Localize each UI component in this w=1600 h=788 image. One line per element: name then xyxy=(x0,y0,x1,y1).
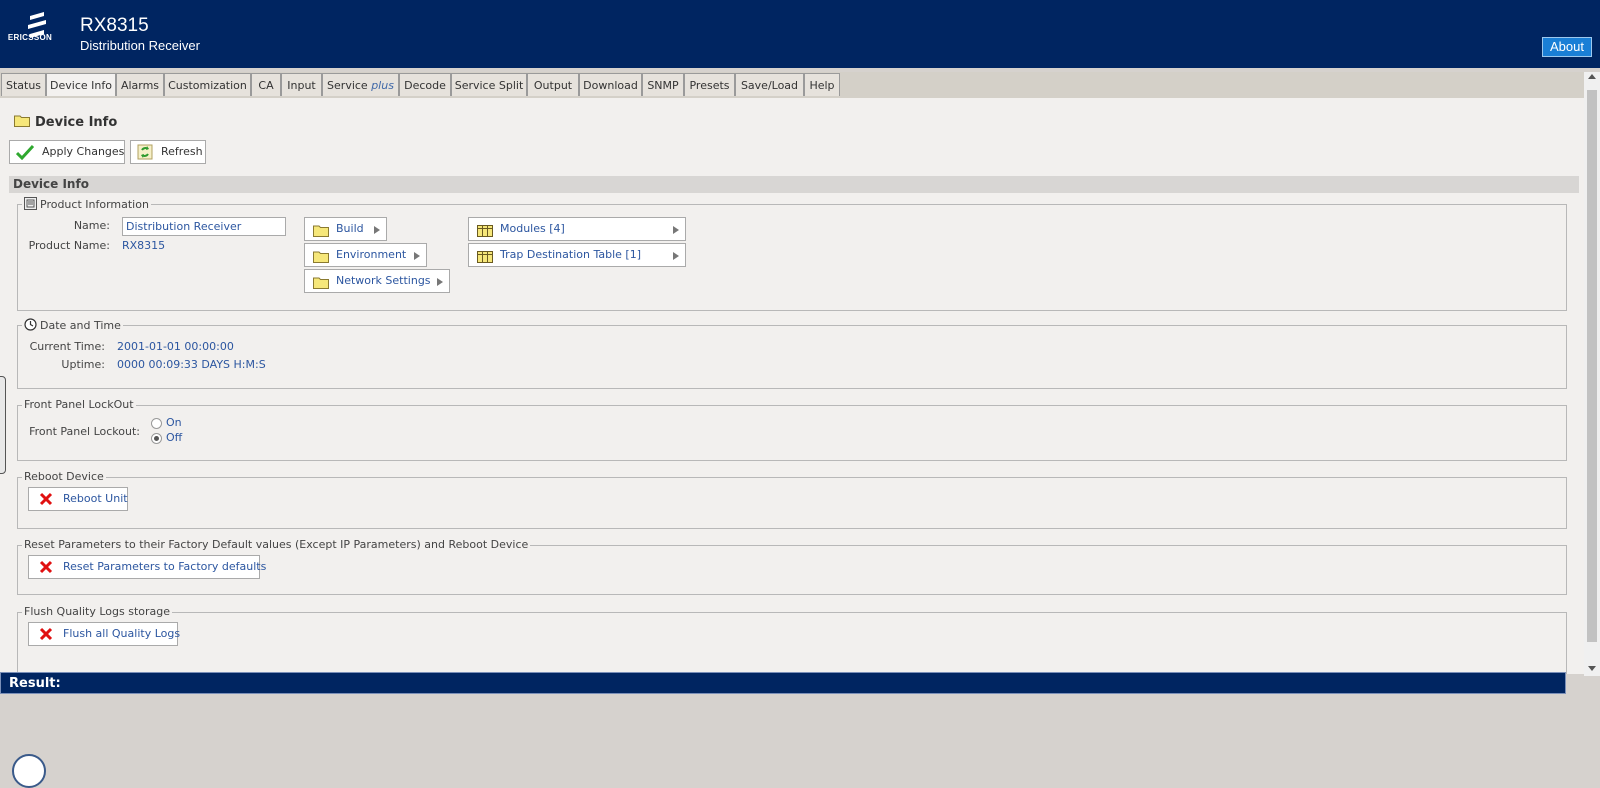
table-icon xyxy=(477,249,493,271)
flush-quality-logs-label: Flush all Quality Logs xyxy=(63,627,181,640)
app-header: ERICSSON RX8315 Distribution Receiver Ab… xyxy=(0,0,1600,68)
front-panel-lockout-group: Front Panel LockOut Front Panel Lockout:… xyxy=(17,398,1567,461)
checkmark-icon xyxy=(15,144,35,168)
scroll-up-arrow-icon[interactable] xyxy=(1588,74,1596,79)
tab-service-plus[interactable]: Service plus xyxy=(322,73,399,96)
table-icon xyxy=(477,223,493,245)
red-x-icon xyxy=(39,627,53,649)
reboot-unit-label: Reboot Unit xyxy=(63,492,128,505)
arrow-right-icon xyxy=(414,252,420,260)
page-scrollbar[interactable] xyxy=(1584,72,1600,676)
lockout-on-label: On xyxy=(166,416,182,429)
arrow-right-icon xyxy=(374,226,380,234)
flush-quality-logs-group: Flush Quality Logs storage Flush all Qua… xyxy=(17,605,1567,674)
lockout-off-radio[interactable] xyxy=(151,433,162,444)
refresh-icon xyxy=(137,144,153,168)
refresh-button[interactable]: Refresh xyxy=(130,140,206,164)
scroll-down-arrow-icon[interactable] xyxy=(1588,666,1596,671)
folder-icon xyxy=(14,114,30,131)
trap-destination-label: Trap Destination Table [1] xyxy=(500,248,641,261)
tab-service-label: Service xyxy=(327,79,368,92)
build-button[interactable]: Build xyxy=(304,217,387,241)
tab-input[interactable]: Input xyxy=(281,73,322,96)
tab-decode[interactable]: Decode xyxy=(399,73,451,96)
reset-factory-defaults-label: Reset Parameters to Factory defaults xyxy=(63,560,267,573)
product-information-title: Product Information xyxy=(40,198,149,211)
brand-wordmark: ERICSSON xyxy=(7,33,53,42)
side-panel-handle[interactable] xyxy=(0,376,6,474)
front-panel-lockout-label: Front Panel Lockout: xyxy=(29,425,140,438)
tab-snmp[interactable]: SNMP xyxy=(642,73,684,96)
modules-button[interactable]: Modules [4] xyxy=(468,217,686,241)
tab-service-split[interactable]: Service Split xyxy=(451,73,527,96)
folder-icon xyxy=(313,275,329,297)
reboot-device-legend: Reboot Device xyxy=(22,470,106,483)
tab-help[interactable]: Help xyxy=(804,73,840,96)
tab-alarms[interactable]: Alarms xyxy=(116,73,164,96)
product-title: RX8315 xyxy=(80,15,149,36)
date-time-title: Date and Time xyxy=(40,319,121,332)
tab-bar: Status Device Info Alarms Customization … xyxy=(0,72,1584,98)
environment-button[interactable]: Environment xyxy=(304,243,427,267)
folder-icon xyxy=(313,249,329,271)
tab-presets[interactable]: Presets xyxy=(684,73,735,96)
name-input[interactable]: Distribution Receiver xyxy=(122,217,286,236)
environment-label: Environment xyxy=(336,248,407,261)
product-name-value: RX8315 xyxy=(122,239,166,252)
page-title: Device Info xyxy=(14,114,117,131)
reboot-device-group: Reboot Device Reboot Unit xyxy=(17,470,1567,529)
lockout-on-radio[interactable] xyxy=(151,418,162,429)
lockout-off-label: Off xyxy=(166,431,183,444)
build-label: Build xyxy=(336,222,364,235)
front-panel-lockout-legend: Front Panel LockOut xyxy=(22,398,136,411)
date-time-group: Date and Time Current Time: 2001-01-01 0… xyxy=(17,318,1567,389)
network-settings-label: Network Settings xyxy=(336,274,431,287)
bottom-status-icon xyxy=(12,754,46,788)
reboot-unit-button[interactable]: Reboot Unit xyxy=(28,487,128,511)
tab-device-info[interactable]: Device Info xyxy=(46,73,116,96)
tab-output[interactable]: Output xyxy=(527,73,579,96)
uptime-value: 0000 00:09:33 DAYS H:M:S xyxy=(117,358,266,371)
page-title-text: Device Info xyxy=(35,115,118,130)
device-icon xyxy=(24,197,37,213)
arrow-right-icon xyxy=(673,252,679,260)
product-description: Distribution Receiver xyxy=(80,38,200,53)
result-bar: Result: xyxy=(0,672,1566,694)
apply-changes-button[interactable]: Apply Changes xyxy=(9,140,125,164)
scroll-thumb[interactable] xyxy=(1587,90,1597,642)
reset-parameters-group: Reset Parameters to their Factory Defaul… xyxy=(17,538,1567,595)
network-settings-button[interactable]: Network Settings xyxy=(304,269,450,293)
tab-service-plus-suffix: plus xyxy=(371,79,394,92)
arrow-right-icon xyxy=(673,226,679,234)
tab-save-load[interactable]: Save/Load xyxy=(735,73,804,96)
tab-ca[interactable]: CA xyxy=(251,73,281,96)
date-time-legend: Date and Time xyxy=(22,318,123,334)
refresh-label: Refresh xyxy=(161,145,203,158)
current-time-label: Current Time: xyxy=(29,340,105,353)
about-button[interactable]: About xyxy=(1542,37,1592,57)
apply-changes-label: Apply Changes xyxy=(42,145,125,158)
trap-destination-button[interactable]: Trap Destination Table [1] xyxy=(468,243,686,267)
red-x-icon xyxy=(39,560,53,582)
tab-status[interactable]: Status xyxy=(1,73,46,96)
folder-icon xyxy=(313,223,329,245)
current-time-value: 2001-01-01 00:00:00 xyxy=(117,340,234,353)
product-information-group: Product Information Name: Distribution R… xyxy=(17,197,1567,311)
tab-download[interactable]: Download xyxy=(579,73,642,96)
modules-label: Modules [4] xyxy=(500,222,565,235)
uptime-label: Uptime: xyxy=(61,358,105,371)
main-content: Device Info Apply Changes Refresh Device… xyxy=(0,98,1584,674)
clock-icon xyxy=(24,318,37,334)
product-information-legend: Product Information xyxy=(22,197,151,213)
flush-quality-logs-legend: Flush Quality Logs storage xyxy=(22,605,173,618)
flush-quality-logs-button[interactable]: Flush all Quality Logs xyxy=(28,622,181,649)
reset-parameters-legend: Reset Parameters to their Factory Defaul… xyxy=(22,538,531,551)
name-label: Name: xyxy=(73,219,110,232)
section-header: Device Info xyxy=(9,176,1579,193)
tab-customization[interactable]: Customization xyxy=(164,73,251,96)
red-x-icon xyxy=(39,492,53,514)
arrow-right-icon xyxy=(437,278,443,286)
reset-factory-defaults-button[interactable]: Reset Parameters to Factory defaults xyxy=(28,555,266,582)
product-name-label: Product Name: xyxy=(28,239,110,252)
